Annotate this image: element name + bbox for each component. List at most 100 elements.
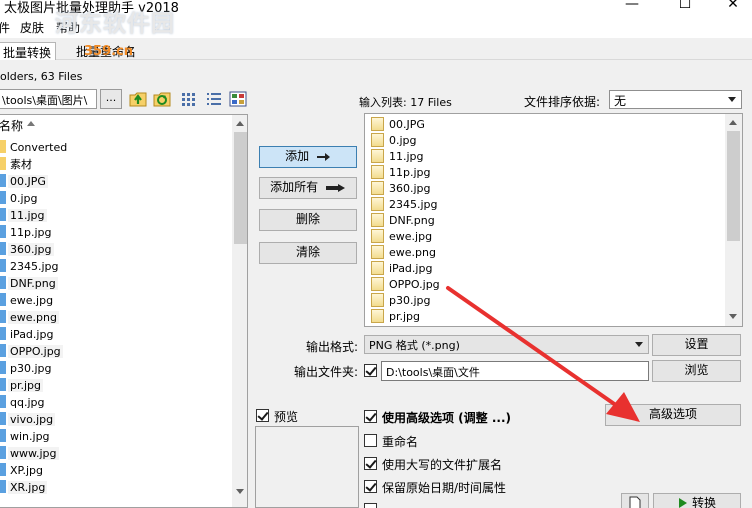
file-list-item[interactable]: win.jpg	[0, 429, 52, 445]
keep-date-checkbox[interactable]	[364, 480, 377, 493]
file-name: Converted	[10, 141, 68, 154]
document-button[interactable]	[621, 493, 649, 508]
preview-checkbox[interactable]	[256, 409, 269, 422]
scroll-down-icon[interactable]	[729, 314, 737, 319]
input-list-item[interactable]: DNF.png	[371, 213, 435, 229]
input-file-name: OPPO.jpg	[389, 278, 440, 291]
file-name: 11p.jpg	[10, 226, 52, 239]
image-file-icon	[0, 191, 6, 204]
sort-by-select[interactable]: 无	[609, 90, 742, 109]
file-list-item[interactable]: ewe.jpg	[0, 293, 55, 309]
scroll-up-icon[interactable]	[236, 121, 244, 126]
menu-file[interactable]: 件	[0, 19, 10, 36]
output-folder-checkbox[interactable]	[364, 364, 377, 377]
file-list-item[interactable]: qq.jpg	[0, 395, 46, 411]
image-file-icon	[371, 117, 384, 131]
input-list-item[interactable]: OPPO.jpg	[371, 277, 440, 293]
file-list-item[interactable]: 2345.jpg	[0, 259, 61, 275]
scroll-down-icon[interactable]	[236, 489, 244, 494]
input-list-item[interactable]: 360.jpg	[371, 181, 431, 197]
image-file-icon	[0, 463, 6, 476]
input-list-item[interactable]: 0.jpg	[371, 133, 417, 149]
image-file-icon	[0, 395, 6, 408]
image-file-icon	[371, 229, 384, 243]
file-list-item[interactable]: XR.jpg	[0, 480, 48, 496]
image-file-icon	[0, 480, 6, 493]
file-name: 2345.jpg	[10, 260, 59, 273]
file-list-item[interactable]: 素材	[0, 157, 34, 173]
input-list-item[interactable]: ewe.png	[371, 245, 436, 261]
file-name: ewe.jpg	[10, 294, 54, 307]
file-name: 360.jpg	[8, 243, 54, 256]
image-file-icon	[371, 165, 384, 179]
watermark-url: 359.cn	[84, 44, 134, 59]
input-file-name: pr.jpg	[389, 310, 421, 323]
scroll-up-icon[interactable]	[729, 120, 737, 125]
list-view-icon[interactable]	[204, 90, 224, 108]
input-list-item[interactable]: 00.JPG	[371, 117, 425, 133]
tab-batch-convert[interactable]: 批量转换	[0, 42, 57, 60]
convert-button[interactable]: 转换	[653, 493, 741, 508]
browse-folder-button[interactable]: ...	[100, 89, 122, 109]
input-list-item[interactable]: p30.jpg	[371, 293, 431, 309]
thumbnail-view-icon[interactable]	[228, 90, 248, 108]
sort-by-label: 文件排序依据:	[524, 95, 601, 109]
scrollbar-thumb[interactable]	[234, 132, 247, 244]
file-name: OPPO.jpg	[8, 345, 63, 358]
input-list-item[interactable]: iPad.jpg	[371, 261, 432, 277]
input-file-name: p30.jpg	[389, 294, 431, 307]
browse-button[interactable]: 浏览	[652, 360, 741, 382]
input-list-scrollbar[interactable]	[725, 114, 742, 326]
file-list-item[interactable]: DNF.png	[0, 276, 58, 292]
close-button[interactable]: ✕	[710, 0, 752, 16]
sort-by-value: 无	[614, 94, 627, 108]
refresh-folder-icon[interactable]	[152, 90, 172, 108]
maximize-button[interactable]: ☐	[662, 0, 708, 16]
input-list-item[interactable]: ewe.jpg	[371, 229, 432, 245]
file-list-item[interactable]: 0.jpg	[0, 191, 40, 207]
file-list-item[interactable]: ewe.png	[0, 310, 59, 326]
delete-button[interactable]: 删除	[259, 209, 357, 231]
extra-option-checkbox[interactable]	[364, 503, 377, 508]
input-list-item[interactable]: 11p.jpg	[371, 165, 431, 181]
file-list-scrollbar[interactable]	[232, 115, 247, 507]
clear-button[interactable]: 清除	[259, 242, 357, 264]
menu-skin[interactable]: 皮肤	[20, 19, 44, 36]
rename-checkbox[interactable]	[364, 434, 377, 447]
file-list-item[interactable]: pr.jpg	[0, 378, 44, 394]
file-list-item[interactable]: www.jpg	[0, 446, 59, 462]
column-header-name[interactable]: 名称	[0, 117, 23, 134]
file-list-item[interactable]: vivo.jpg	[0, 412, 56, 428]
watermark-brand: 河东软件园	[55, 11, 175, 37]
add-all-button[interactable]: 添加所有	[259, 177, 357, 199]
input-file-name: 360.jpg	[389, 182, 431, 195]
uppercase-extension-checkbox[interactable]	[364, 457, 377, 470]
image-file-icon	[0, 361, 6, 374]
folder-up-icon[interactable]	[128, 90, 148, 108]
file-list-item[interactable]: 00.JPG	[0, 174, 48, 190]
file-list-item[interactable]: 11p.jpg	[0, 225, 54, 241]
add-all-button-label: 添加所有	[270, 180, 319, 194]
file-list-item[interactable]: p30.jpg	[0, 361, 54, 377]
path-input[interactable]: \tools\桌面\图片\	[0, 89, 97, 109]
file-list-item[interactable]: 360.jpg	[0, 242, 54, 258]
scrollbar-thumb[interactable]	[727, 131, 740, 241]
large-icons-view-icon[interactable]	[179, 90, 199, 108]
settings-button[interactable]: 设置	[652, 334, 741, 356]
file-list-item[interactable]: iPad.jpg	[0, 327, 55, 343]
file-list-item[interactable]: XP.jpg	[0, 463, 45, 479]
input-list-item[interactable]: 11.jpg	[371, 149, 424, 165]
advanced-options-checkbox[interactable]	[364, 410, 377, 423]
file-list-item[interactable]: 11.jpg	[0, 208, 47, 224]
input-list-item[interactable]: 2345.jpg	[371, 197, 438, 213]
file-list-item[interactable]: Converted	[0, 140, 69, 156]
file-list[interactable]: 名称 Converted 素材 00.JPG 0.jpg 11.jpg 11p.jpg 36…	[0, 114, 248, 508]
minimize-button[interactable]: —	[609, 0, 655, 16]
image-file-icon	[371, 149, 384, 163]
keep-date-label: 保留原始日期/时间属性	[382, 481, 507, 495]
input-file-name: 11.jpg	[389, 150, 424, 163]
double-arrow-right-icon	[325, 183, 345, 192]
input-list-item[interactable]: pr.jpg	[371, 309, 420, 325]
add-button[interactable]: 添加	[259, 146, 357, 168]
file-list-item[interactable]: OPPO.jpg	[0, 344, 63, 360]
